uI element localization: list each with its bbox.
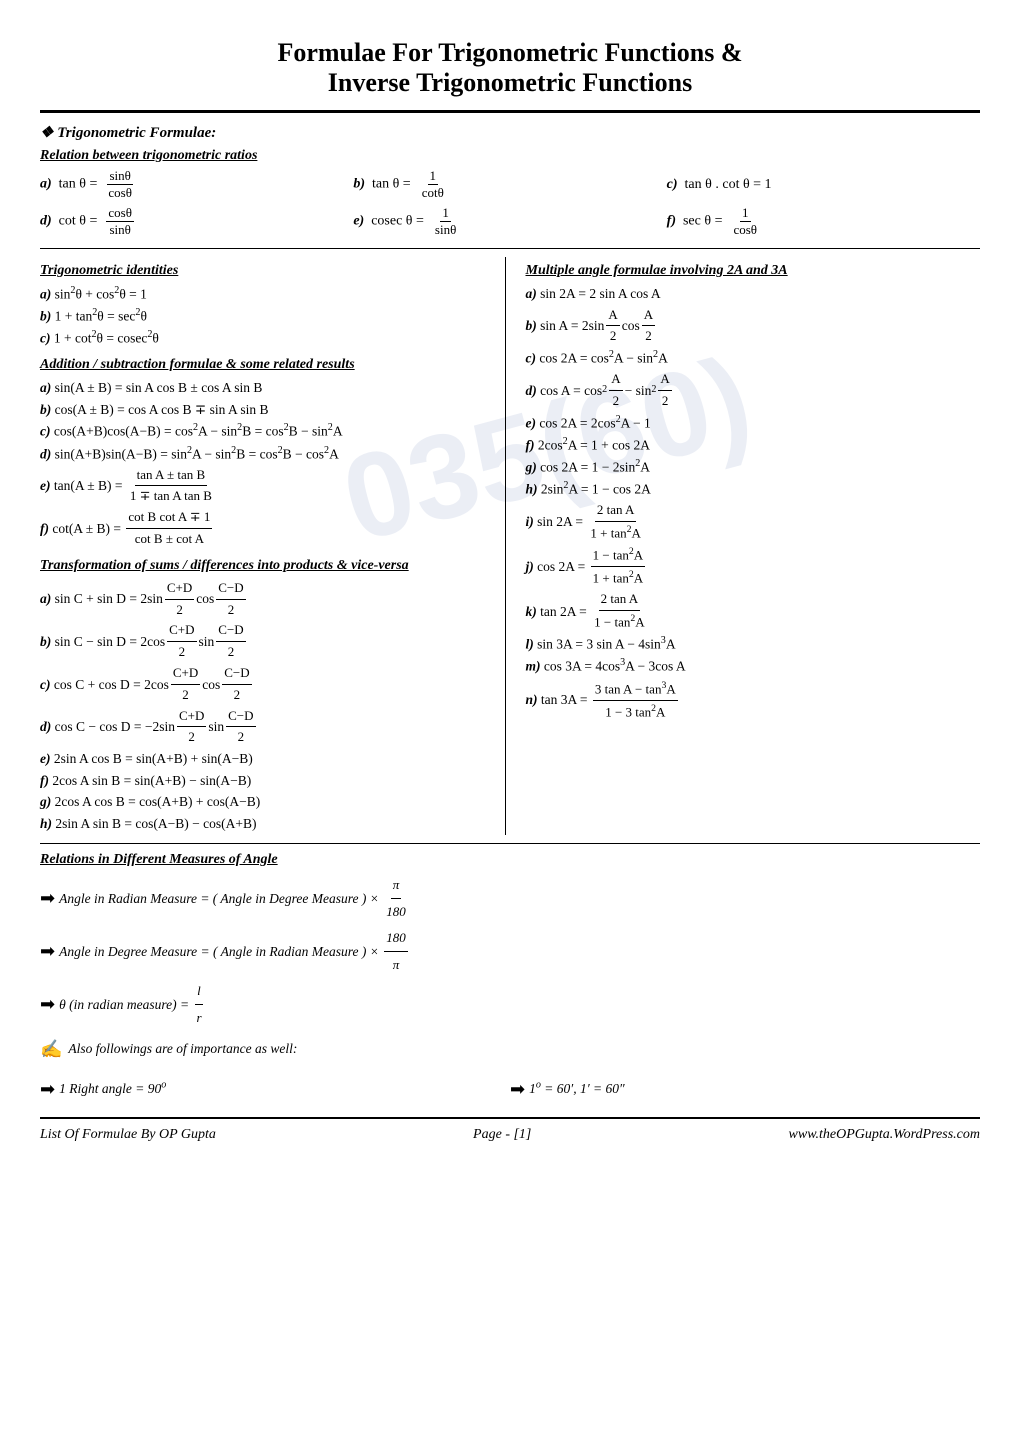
relation-4: ✍ Also followings are of importance as w… <box>40 1031 980 1067</box>
formula-f: f) sec θ = 1 cosθ <box>667 205 980 238</box>
formula-row-1: a) tan θ = sinθ cosθ b) tan θ = 1 cotθ c… <box>40 168 980 201</box>
ma-c: c) cos 2A = cos2A − sin2A <box>526 347 981 369</box>
divider-1 <box>40 248 980 249</box>
ma-f: f) 2cos2A = 1 + cos 2A <box>526 434 981 456</box>
trans-g: g) 2cos A cos B = cos(A+B) + cos(A−B) <box>40 791 495 813</box>
identity-b: b) 1 + tan2θ = sec2θ <box>40 305 495 327</box>
main-two-col: Trigonometric identities a) sin2θ + cos2… <box>40 257 980 835</box>
identity-a: a) sin2θ + cos2θ = 1 <box>40 283 495 305</box>
addition-heading: Addition / subtraction formulae & some r… <box>40 357 495 373</box>
trans-a: a) sin C + sin D = 2sin C+D2 cosC−D2 <box>40 578 495 621</box>
add-a: a) sin(A ± B) = sin A cos B ± cos A sin … <box>40 377 495 399</box>
formula-b: b) tan θ = 1 cotθ <box>353 168 666 201</box>
trans-b: b) sin C − sin D = 2cos C+D2 sinC−D2 <box>40 620 495 663</box>
formula-row-2: d) cot θ = cosθ sinθ e) cosec θ = 1 sinθ… <box>40 205 980 238</box>
transformation-list: a) sin C + sin D = 2sin C+D2 cosC−D2 b) … <box>40 578 495 835</box>
ma-a: a) sin 2A = 2 sin A cos A <box>526 283 981 305</box>
footer: List Of Formulae By OP Gupta Page - [1] … <box>40 1117 980 1143</box>
relations-heading: Relations in Different Measures of Angle <box>40 852 980 868</box>
ma-j: j) cos 2A = 1 − tan2A 1 + tan2A <box>526 544 981 589</box>
formula-a: a) tan θ = sinθ cosθ <box>40 168 353 201</box>
footer-left: List Of Formulae By OP Gupta <box>40 1127 216 1143</box>
right-col: Multiple angle formulae involving 2A and… <box>506 257 981 835</box>
footer-right: www.theOPGupta.WordPress.com <box>789 1127 980 1143</box>
trans-f: f) 2cos A sin B = sin(A+B) − sin(A−B) <box>40 770 495 792</box>
relation-3: ➡ θ (in radian measure) = l r <box>40 978 980 1031</box>
ma-h: h) 2sin2A = 1 − cos 2A <box>526 478 981 500</box>
addition-list: a) sin(A ± B) = sin A cos B ± cos A sin … <box>40 377 495 550</box>
formula-e: e) cosec θ = 1 sinθ <box>353 205 666 238</box>
ma-g: g) cos 2A = 1 − 2sin2A <box>526 456 981 478</box>
add-b: b) cos(A ± B) = cos A cos B ∓ sin A sin … <box>40 399 495 421</box>
page-title: Formulae For Trigonometric Functions & I… <box>40 20 980 113</box>
footer-center: Page - [1] <box>473 1127 531 1143</box>
ma-d: d) cos A = cos2 A2 − sin2A2 <box>526 369 981 412</box>
relation-ratios-heading: Relation between trigonometric ratios <box>40 148 980 164</box>
formula-d: d) cot θ = cosθ sinθ <box>40 205 353 238</box>
relations-section: Relations in Different Measures of Angle… <box>40 852 980 1107</box>
ma-m: m) cos 3A = 4cos3A − 3cos A <box>526 655 981 677</box>
add-f: f) cot(A ± B) = cot B cot A ∓ 1 cot B ± … <box>40 507 495 550</box>
trans-h: h) 2sin A sin B = cos(A−B) − cos(A+B) <box>40 813 495 835</box>
add-e: e) tan(A ± B) = tan A ± tan B 1 ∓ tan A … <box>40 465 495 508</box>
ma-k: k) tan 2A = 2 tan A 1 − tan2A <box>526 589 981 633</box>
identities-heading: Trigonometric identities <box>40 263 495 279</box>
identity-c: c) 1 + cot2θ = cosec2θ <box>40 327 495 349</box>
multiple-angle-list: a) sin 2A = 2 sin A cos A b) sin A = 2si… <box>526 283 981 723</box>
identities-list: a) sin2θ + cos2θ = 1 b) 1 + tan2θ = sec2… <box>40 283 495 349</box>
ma-e: e) cos 2A = 2cos2A − 1 <box>526 412 981 434</box>
add-d: d) sin(A+B)sin(A−B) = sin2A − sin2B = co… <box>40 443 495 465</box>
ma-l: l) sin 3A = 3 sin A − 4sin3A <box>526 633 981 655</box>
ma-b: b) sin A = 2sin A2 cosA2 <box>526 305 981 348</box>
trig-formulae-header: Trigonometric Formulae: <box>40 123 980 142</box>
transformation-heading: Transformation of sums / differences int… <box>40 558 495 574</box>
trans-e: e) 2sin A cos B = sin(A+B) + sin(A−B) <box>40 748 495 770</box>
trans-c: c) cos C + cos D = 2cos C+D2 cosC−D2 <box>40 663 495 706</box>
left-col: Trigonometric identities a) sin2θ + cos2… <box>40 257 506 835</box>
relation-5: ➡ 1 Right angle = 90o ➡ 1o = 60′, 1′ = 6… <box>40 1071 980 1107</box>
ma-i: i) sin 2A = 2 tan A 1 + tan2A <box>526 500 981 544</box>
relation-2: ➡ Angle in Degree Measure = ( Angle in R… <box>40 925 980 978</box>
trans-d: d) cos C − cos D = −2sin C+D2 sinC−D2 <box>40 706 495 749</box>
multiple-angle-heading: Multiple angle formulae involving 2A and… <box>526 263 981 279</box>
relations-list: ➡ Angle in Radian Measure = ( Angle in D… <box>40 872 980 1107</box>
divider-2 <box>40 843 980 844</box>
formula-c: c) tan θ . cot θ = 1 <box>667 177 980 193</box>
relation-1: ➡ Angle in Radian Measure = ( Angle in D… <box>40 872 980 925</box>
add-c: c) cos(A+B)cos(A−B) = cos2A − sin2B = co… <box>40 420 495 442</box>
ma-n: n) tan 3A = 3 tan A − tan3A 1 − 3 tan2A <box>526 678 981 723</box>
